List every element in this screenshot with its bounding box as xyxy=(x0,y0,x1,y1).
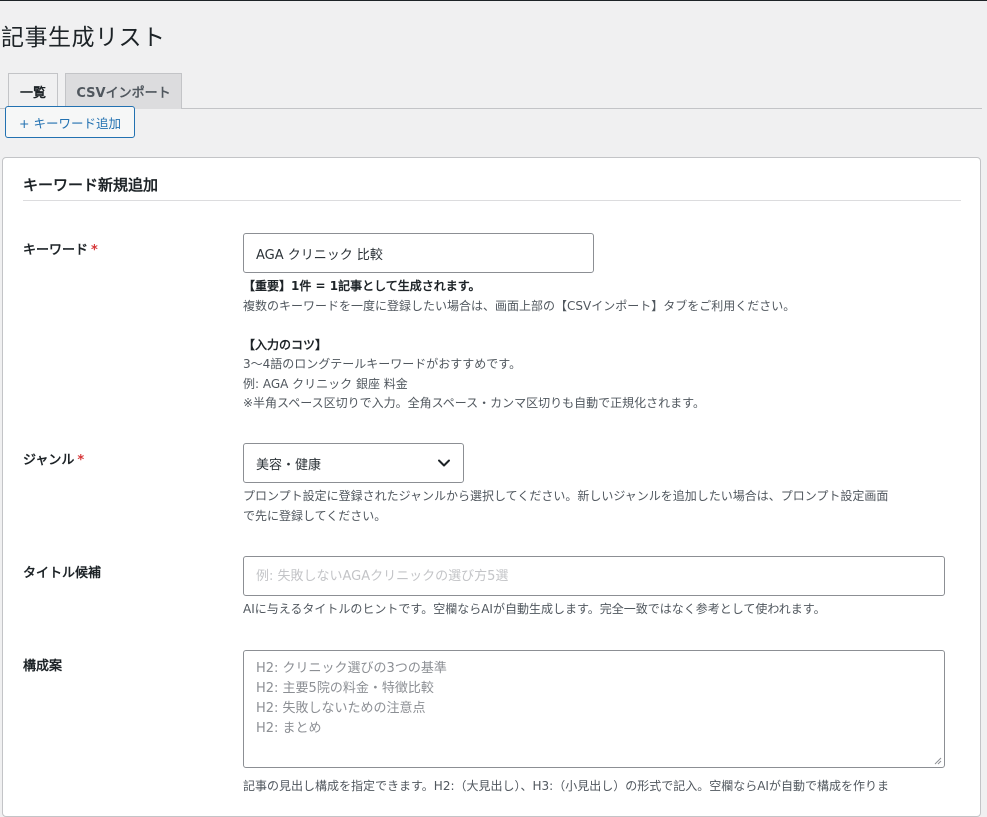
form-title: キーワード新規追加 xyxy=(23,176,159,194)
genre-label: ジャンル * xyxy=(23,449,84,468)
genre-help-line2: で先に登録してください。 xyxy=(243,508,387,523)
genre-label-text: ジャンル xyxy=(23,453,75,468)
structure-help: 記事の見出し構成を指定できます。H2:（大見出し）、H3:（小見出し）の形式で記… xyxy=(243,779,889,793)
structure-label: 構成案 xyxy=(23,655,62,674)
genre-select[interactable]: 美容・健康 xyxy=(243,443,464,483)
form-divider xyxy=(23,200,961,201)
keyword-tips-line3: ※半角スペース区切りで入力。全角スペース・カンマ区切りも自動で正規化されます。 xyxy=(243,396,705,410)
add-keyword-button[interactable]: + キーワード追加 xyxy=(5,106,135,138)
resize-grip-icon[interactable] xyxy=(934,757,942,765)
structure-line: H2: 失敗しないための注意点 xyxy=(256,701,426,716)
keyword-form-card: キーワード新規追加 キーワード* 【重要】1件 = 1記事として生成されます。 … xyxy=(2,157,981,817)
genre-help-line1: プロンプト設定に登録されたジャンルから選択してください。新しいジャンルを追加した… xyxy=(243,489,889,503)
title-candidate-input[interactable] xyxy=(243,556,945,596)
page-title: 記事生成リスト xyxy=(1,25,166,51)
tab-list[interactable]: 一覧 xyxy=(8,73,58,110)
keyword-label: キーワード * xyxy=(23,239,98,258)
required-mark: * xyxy=(91,243,98,258)
keyword-input[interactable] xyxy=(243,233,594,273)
genre-help: プロンプト設定に登録されたジャンルから選択してください。新しいジャンルを追加した… xyxy=(243,487,888,526)
structure-label-text: 構成案 xyxy=(23,659,63,674)
tab-bar: 一覧 CSVインポート xyxy=(0,73,982,110)
title-candidate-label-text: タイトル候補 xyxy=(23,566,102,581)
keyword-help: 【重要】1件 = 1記事として生成されます。 複数のキーワードを一度に登録したい… xyxy=(243,277,795,414)
tab-csv-import[interactable]: CSVインポート xyxy=(65,73,182,109)
keyword-tips-line2: 例: AGA クリニック 銀座 料金 xyxy=(243,376,408,391)
structure-line: H2: まとめ xyxy=(256,721,322,736)
genre-selected-value: 美容・健康 xyxy=(256,457,322,473)
structure-line: H2: 主要5院の料金・特徴比較 xyxy=(256,681,434,696)
keyword-help-line: 複数のキーワードを一度に登録したい場合は、画面上部の【CSVインポート】タブをご… xyxy=(243,298,796,313)
chevron-down-icon xyxy=(438,459,450,467)
structure-textarea[interactable]: H2: クリニック選びの3つの基準 H2: 主要5院の料金・特徴比較 H2: 失… xyxy=(243,650,945,768)
keyword-tips-title: 【入力のコツ】 xyxy=(243,337,328,352)
window-top-border xyxy=(0,0,987,1)
keyword-label-text: キーワード xyxy=(23,243,89,258)
title-candidate-label: タイトル候補 xyxy=(23,562,101,581)
keyword-help-important: 【重要】1件 = 1記事として生成されます。 xyxy=(243,279,481,293)
required-mark: * xyxy=(77,453,85,468)
keyword-tips-line1: 3〜4語のロングテールキーワードがおすすめです。 xyxy=(243,357,522,371)
structure-line: H2: クリニック選びの3つの基準 xyxy=(256,661,447,676)
title-candidate-help: AIに与えるタイトルのヒントです。空欄ならAIが自動生成します。完全一致ではなく… xyxy=(243,602,826,616)
